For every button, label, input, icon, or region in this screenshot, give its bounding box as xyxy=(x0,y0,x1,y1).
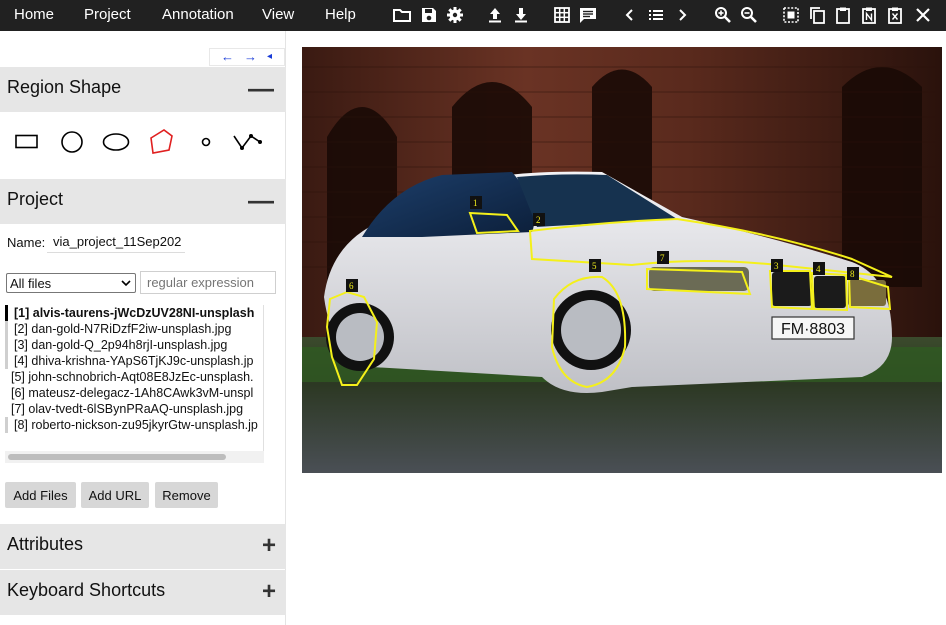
save-icon[interactable] xyxy=(418,4,440,26)
region-label: 7 xyxy=(660,253,665,263)
region-label: 4 xyxy=(816,264,821,274)
file-list-item[interactable]: [1] alvis-taurens-jWcDzUV28NI-unsplash xyxy=(5,305,263,321)
panel-nav-arrows: ← → ◂ xyxy=(209,48,285,66)
close-icon[interactable] xyxy=(912,4,934,26)
file-list-item[interactable]: [6] mateusz-delegacz-1Ah8CAwk3vM-unspl xyxy=(5,385,263,401)
project-header[interactable]: Project — xyxy=(0,179,286,224)
region-label: 8 xyxy=(850,269,855,279)
file-list: [1] alvis-taurens-jWcDzUV28NI-unsplash [… xyxy=(5,305,264,451)
file-list-item[interactable]: [7] olav-tvedt-6lSBynPRaAQ-unsplash.jpg xyxy=(5,401,263,417)
paste-icon[interactable] xyxy=(832,4,854,26)
arrow-left-icon[interactable]: ← xyxy=(221,49,234,64)
annotated-car-image: FM·8803 1 2 3 4 5 6 7 8 xyxy=(302,47,942,473)
top-menu-bar: Home Project Annotation View Help xyxy=(0,0,946,31)
expand-icon[interactable]: + xyxy=(262,578,276,606)
project-name-input[interactable] xyxy=(47,231,185,253)
expand-icon[interactable]: + xyxy=(262,532,276,560)
regex-filter-input[interactable] xyxy=(140,271,276,294)
attributes-title: Attributes xyxy=(7,534,84,554)
menu-help[interactable]: Help xyxy=(325,0,356,31)
region-shape-header[interactable]: Region Shape — xyxy=(0,67,286,112)
keyboard-shortcuts-title: Keyboard Shortcuts xyxy=(7,580,166,600)
keyboard-shortcuts-header[interactable]: Keyboard Shortcuts + xyxy=(0,570,286,615)
zoom-out-icon[interactable] xyxy=(738,4,760,26)
project-name-label: Name: xyxy=(7,235,46,250)
file-list-item[interactable]: [3] dan-gold-Q_2p94h8rjI-unsplash.jpg xyxy=(5,337,263,353)
file-list-scrollbar[interactable] xyxy=(5,451,264,463)
point-icon[interactable] xyxy=(189,127,223,157)
polygon-icon[interactable] xyxy=(144,127,178,157)
comment-icon[interactable] xyxy=(577,4,599,26)
grid-icon[interactable] xyxy=(551,4,573,26)
chevron-left-icon[interactable] xyxy=(619,4,641,26)
add-files-button[interactable]: Add Files xyxy=(5,482,76,508)
circle-icon[interactable] xyxy=(55,127,89,157)
file-list-item[interactable]: [5] john-schnobrich-Aqt08E8JzEc-unsplash… xyxy=(5,369,263,385)
menu-project[interactable]: Project xyxy=(84,0,131,31)
file-filter-select[interactable]: All files xyxy=(6,273,136,293)
delete-icon[interactable] xyxy=(884,4,906,26)
region-label: 3 xyxy=(774,261,779,271)
arrow-right-icon[interactable]: → xyxy=(244,49,257,64)
paste-n-icon[interactable] xyxy=(858,4,880,26)
polyline-icon[interactable] xyxy=(230,127,264,157)
region-shape-title: Region Shape xyxy=(7,77,122,97)
select-all-icon[interactable] xyxy=(780,4,802,26)
scrollbar-thumb[interactable] xyxy=(8,454,226,460)
region-label: 1 xyxy=(473,198,478,208)
file-list-item[interactable]: [2] dan-gold-N7RiDzfF2iw-unsplash.jpg xyxy=(5,321,263,337)
open-folder-icon[interactable] xyxy=(391,4,413,26)
menu-view[interactable]: View xyxy=(262,0,294,31)
attributes-header[interactable]: Attributes + xyxy=(0,524,286,569)
region-label: 6 xyxy=(349,281,354,291)
zoom-in-icon[interactable] xyxy=(712,4,734,26)
region-label: 2 xyxy=(536,215,541,225)
chevron-down-icon xyxy=(121,279,131,286)
upload-icon[interactable] xyxy=(484,4,506,26)
chevron-right-icon[interactable] xyxy=(671,4,693,26)
collapse-icon[interactable]: — xyxy=(248,73,274,104)
list-icon[interactable] xyxy=(645,4,667,26)
download-icon[interactable] xyxy=(510,4,532,26)
collapse-icon[interactable]: — xyxy=(248,185,274,216)
remove-button[interactable]: Remove xyxy=(155,482,218,508)
region-label: 5 xyxy=(592,261,597,271)
license-plate-text: FM·8803 xyxy=(781,321,845,338)
copy-icon[interactable] xyxy=(806,4,828,26)
menu-annotation[interactable]: Annotation xyxy=(162,0,234,31)
file-list-item[interactable]: [4] dhiva-krishna-YApS6TjKJ9c-unsplash.j… xyxy=(5,353,263,369)
ellipse-icon[interactable] xyxy=(99,127,133,157)
rectangle-icon[interactable] xyxy=(10,127,44,157)
image-canvas[interactable]: FM·8803 1 2 3 4 5 6 7 8 xyxy=(302,47,942,473)
file-list-item[interactable]: [8] roberto-nickson-zu95jkyrGtw-unsplash… xyxy=(5,417,263,433)
settings-icon[interactable] xyxy=(444,4,466,26)
add-url-button[interactable]: Add URL xyxy=(81,482,149,508)
menu-home[interactable]: Home xyxy=(14,0,54,31)
collapse-panel-icon[interactable]: ◂ xyxy=(267,51,272,62)
file-filter-value: All files xyxy=(10,275,52,291)
project-title: Project xyxy=(7,189,64,209)
